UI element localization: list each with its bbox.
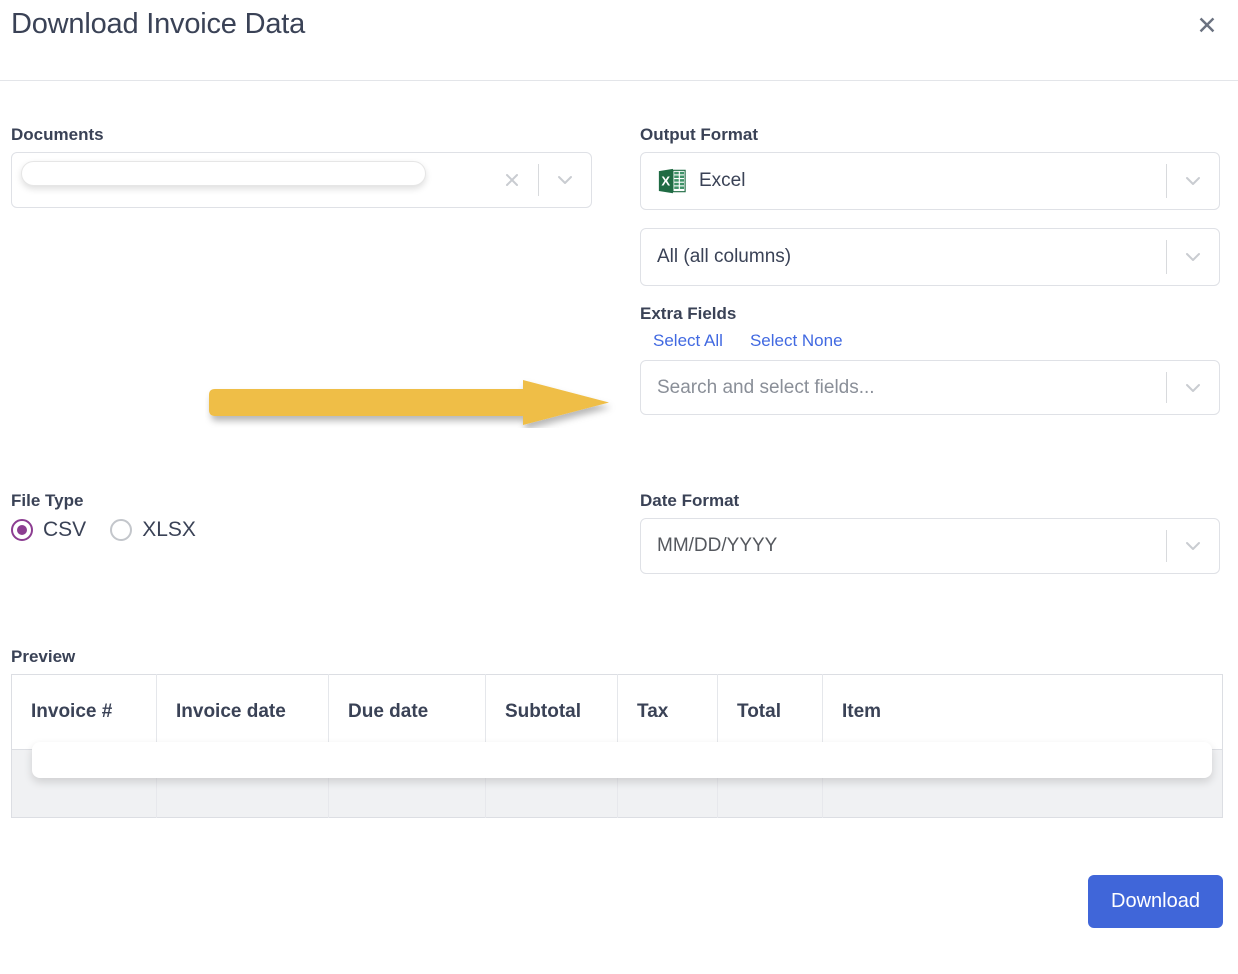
columns-select[interactable]: All (all columns): [640, 228, 1220, 286]
output-format-label: Output Format: [640, 125, 759, 144]
extra-fields-chevron-down-icon[interactable]: [1167, 377, 1219, 399]
arrow-right-annotation-icon: [209, 380, 609, 425]
close-icon[interactable]: ✕: [1190, 9, 1224, 43]
date-format-chevron-down-icon[interactable]: [1167, 535, 1219, 557]
select-none-link[interactable]: Select None: [750, 331, 843, 351]
preview-row-redaction-overlay: [32, 742, 1212, 778]
extra-fields-label: Extra Fields: [640, 304, 737, 323]
columns-value: All (all columns): [657, 246, 792, 267]
extra-fields-select[interactable]: Search and select fields...: [640, 360, 1220, 415]
column-header-due-date[interactable]: Due date: [328, 674, 486, 750]
documents-field-group: Documents: [11, 125, 592, 208]
documents-label: Documents: [11, 125, 104, 144]
excel-icon: X: [658, 168, 686, 194]
table-header-row: Invoice # Invoice date Due date Subtotal…: [11, 674, 1223, 750]
column-header-invoice-number[interactable]: Invoice #: [11, 674, 157, 750]
modal-header: Download Invoice Data ✕: [0, 0, 1238, 81]
date-format-select[interactable]: MM/DD/YYYY: [640, 518, 1220, 574]
column-header-tax[interactable]: Tax: [617, 674, 718, 750]
date-format-label: Date Format: [640, 491, 740, 510]
output-format-value: Excel: [699, 170, 746, 191]
column-header-subtotal[interactable]: Subtotal: [485, 674, 618, 750]
file-type-label: File Type: [11, 491, 84, 510]
svg-text:X: X: [661, 174, 670, 189]
documents-clear-icon[interactable]: [486, 170, 538, 190]
file-type-option-xlsx-label: XLSX: [142, 518, 196, 541]
select-all-link[interactable]: Select All: [653, 331, 723, 351]
radio-icon-xlsx: [110, 519, 133, 541]
date-format-value: MM/DD/YYYY: [657, 535, 778, 556]
column-header-total[interactable]: Total: [717, 674, 823, 750]
page-title: Download Invoice Data: [11, 8, 306, 40]
columns-chevron-down-icon[interactable]: [1167, 246, 1219, 268]
file-type-group: File Type CSV XLSX: [11, 491, 411, 542]
documents-selected-chip: [21, 161, 426, 186]
documents-select[interactable]: [11, 152, 592, 208]
radio-icon-csv: [11, 519, 33, 541]
download-invoice-data-modal: Download Invoice Data ✕ Documents Output: [0, 0, 1238, 974]
file-type-option-csv[interactable]: CSV: [11, 518, 86, 542]
file-type-option-csv-label: CSV: [43, 518, 87, 541]
file-type-option-xlsx[interactable]: XLSX: [110, 518, 196, 542]
date-format-group: Date Format MM/DD/YYYY: [640, 491, 1220, 574]
file-type-radio-row: CSV XLSX: [11, 518, 411, 542]
download-button[interactable]: Download: [1088, 875, 1223, 928]
extra-fields-links: Select All Select None: [653, 331, 1220, 351]
extra-fields-placeholder: Search and select fields...: [657, 376, 875, 398]
extra-fields-group: Extra Fields Select All Select None Sear…: [640, 304, 1220, 415]
output-format-chevron-down-icon[interactable]: [1167, 170, 1219, 192]
documents-chevron-down-icon[interactable]: [539, 169, 591, 191]
output-format-select[interactable]: X Excel: [640, 152, 1220, 210]
output-format-field-group: Output Format X Excel All (all columns): [640, 125, 1220, 286]
modal-footer: Download: [0, 875, 1238, 955]
preview-section: Preview Invoice # Invoice date Due date …: [11, 647, 1223, 818]
preview-label: Preview: [11, 647, 76, 666]
column-header-invoice-date[interactable]: Invoice date: [156, 674, 329, 750]
column-header-item[interactable]: Item: [822, 674, 1223, 750]
